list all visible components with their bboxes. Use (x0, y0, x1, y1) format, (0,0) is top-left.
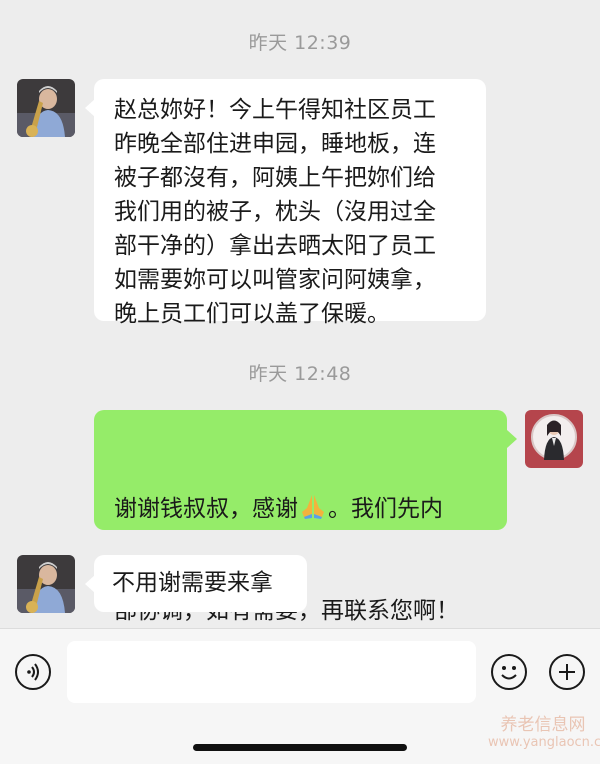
avatar-self[interactable] (525, 410, 583, 468)
timestamp: 昨天 12:39 (248, 32, 352, 54)
watermark-brand: 养老信息网 (500, 715, 586, 735)
plus-icon-glyph (559, 664, 575, 680)
watermark: 养老信息网 www.yanglaocn.com (488, 715, 600, 760)
emoji-icon-glyph (501, 666, 517, 680)
message-bubble-outgoing[interactable]: 谢谢钱叔叔，感谢 。我们先内 部协调，如有需要，再联系您啊！ 谢谢 。 (94, 410, 507, 726)
plus-icon[interactable] (549, 654, 585, 690)
message-bubble-incoming[interactable]: 赵总妳好！今上午得知社区员工 昨晚全部住进申园，睡地板，连 被子都沒有，阿姨上午… (94, 79, 486, 327)
watermark-url: www.yanglaocn.com (488, 735, 600, 750)
voice-icon-glyph (27, 663, 39, 681)
avatar-sender-image (17, 555, 75, 613)
message-text: 谢谢钱叔叔，感谢 (114, 496, 298, 522)
message-bubble-incoming[interactable]: 不用谢需要来拿 (94, 555, 307, 612)
avatar-self-image (525, 410, 583, 468)
timestamp: 昨天 12:48 (248, 363, 352, 385)
emoji-icon[interactable] (491, 654, 527, 690)
folded-hands-icon (302, 495, 324, 519)
voice-icon[interactable] (15, 654, 51, 690)
message-input[interactable] (67, 641, 476, 703)
avatar-sender[interactable] (17, 79, 75, 137)
message-text: 。我们先内 (328, 496, 443, 522)
avatar-sender-image (17, 79, 75, 137)
avatar-sender[interactable] (17, 555, 75, 613)
home-indicator[interactable] (193, 744, 407, 751)
message-line: 谢谢钱叔叔，感谢 。我们先内 (114, 492, 487, 526)
bubble-tail (507, 430, 517, 448)
